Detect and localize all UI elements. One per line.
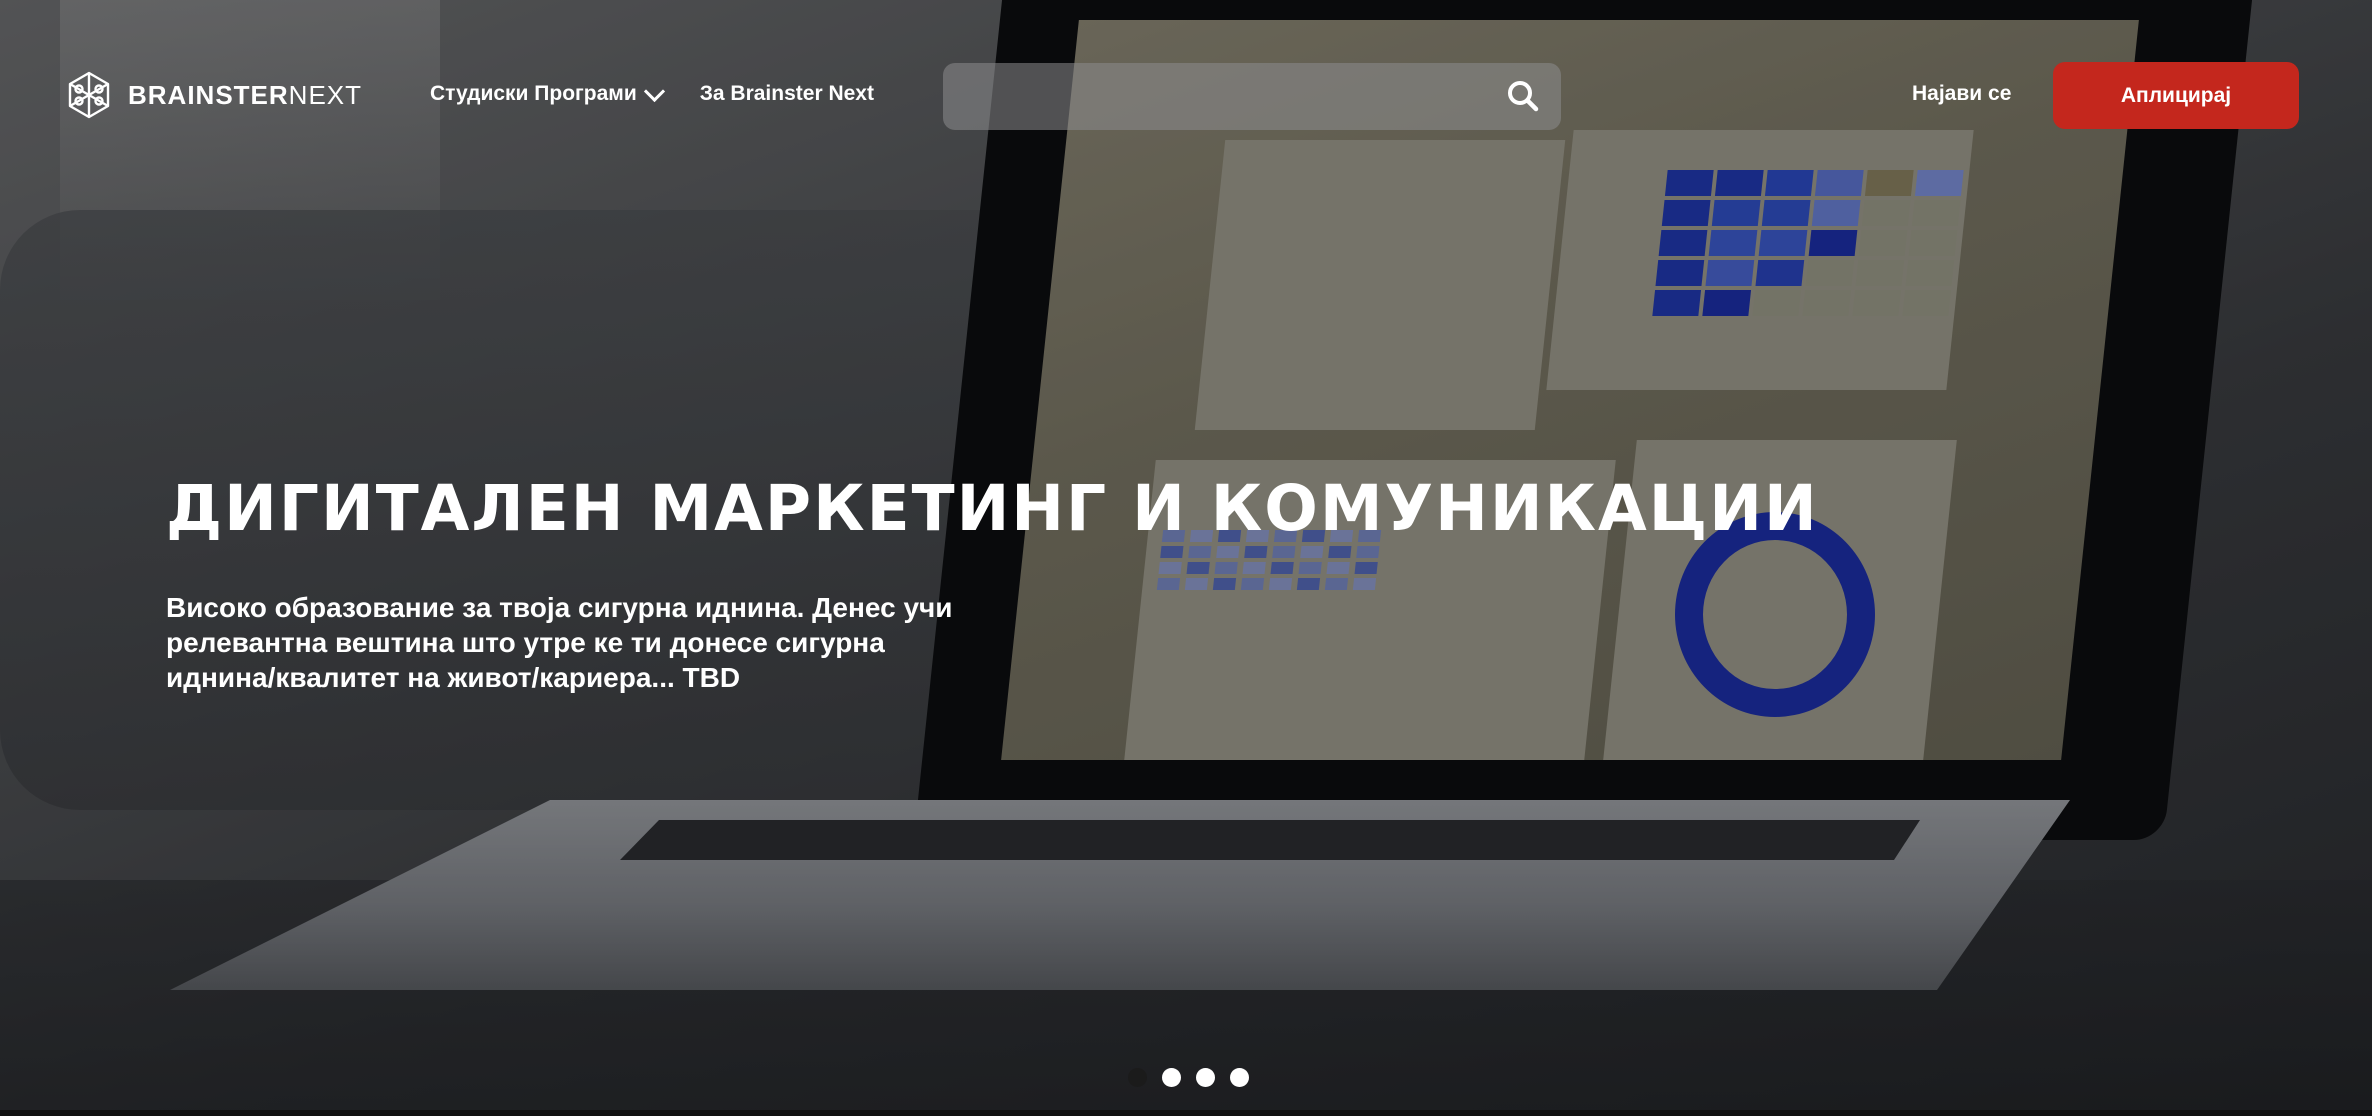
brand-name-bold: BRAINSTER [128, 79, 289, 110]
brand-name: BRAINSTERNEXT [128, 80, 362, 111]
site-header: BRAINSTERNEXT Студиски Програми За Brain… [0, 0, 2372, 190]
page-bottom-edge [0, 1110, 2372, 1116]
nav-about[interactable]: За Brainster Next [700, 82, 874, 106]
search-icon[interactable] [1507, 80, 1539, 112]
slider-dot[interactable] [1230, 1068, 1249, 1087]
hero-subtitle: Високо образование за твоја сигурна идни… [166, 592, 953, 693]
slider-dot[interactable] [1162, 1068, 1181, 1087]
apply-button[interactable]: Аплицирај [2053, 62, 2299, 129]
hero-title: ДИГИТАЛЕН МАРКЕТИНГ И КОМУНИКАЦИИ [166, 472, 1819, 545]
brand-name-light: NEXT [288, 79, 363, 110]
slider-dot[interactable] [1128, 1068, 1147, 1087]
brand-logo[interactable]: BRAINSTERNEXT [64, 70, 362, 120]
nav-study-programs[interactable]: Студиски Програми [430, 80, 665, 106]
main-nav: Студиски Програми За Brainster Next [430, 80, 874, 106]
brain-logo-icon [68, 71, 110, 119]
login-link[interactable]: Најави се [1912, 82, 2011, 106]
search-bar [943, 63, 1561, 132]
nav-about-label: За Brainster Next [699, 82, 874, 105]
chevron-down-icon [643, 80, 665, 102]
search-input[interactable] [963, 63, 1487, 132]
nav-study-programs-label: Студиски Програми [430, 82, 637, 105]
slider-dots [1128, 1068, 1249, 1087]
slider-dot[interactable] [1196, 1068, 1215, 1087]
